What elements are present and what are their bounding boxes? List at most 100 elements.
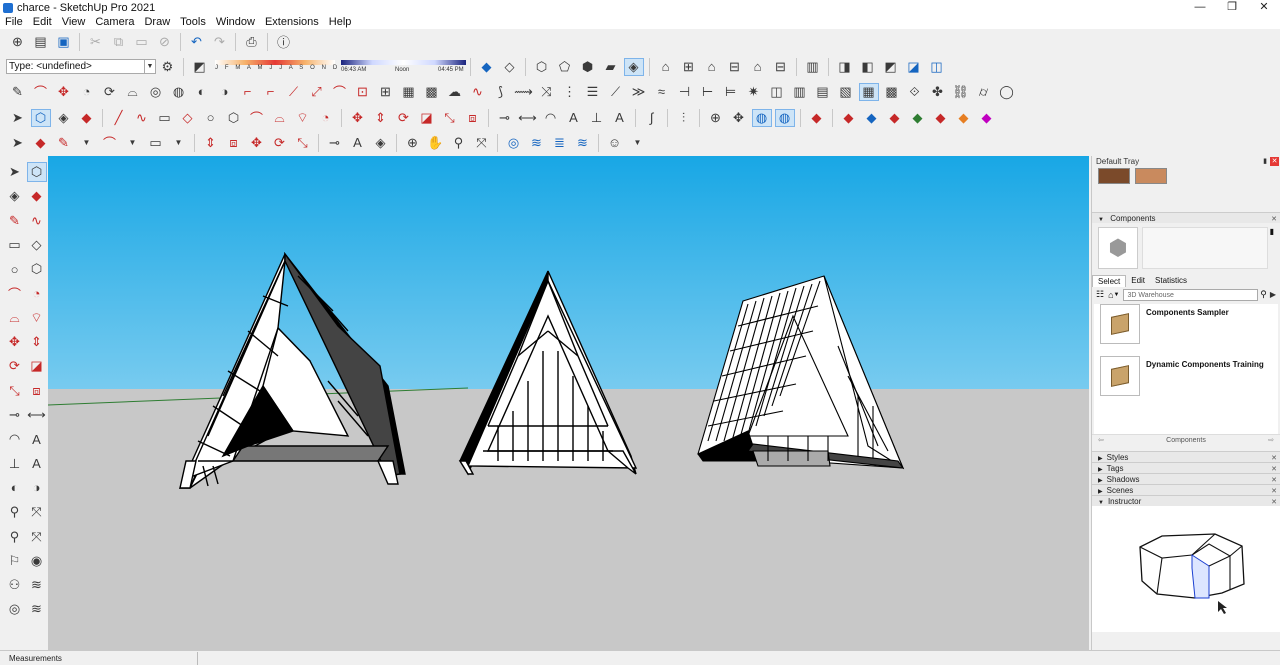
bevel-icon[interactable]: ◑ [215, 83, 235, 101]
rotate-tool-icon[interactable]: ⟳ [394, 109, 414, 127]
undo-icon[interactable]: ↶ [187, 33, 207, 51]
scale-large-icon[interactable]: ⤡ [293, 134, 313, 152]
axes-icon[interactable]: ⊥ [5, 454, 25, 474]
pan-icon[interactable]: ✥ [729, 109, 749, 127]
freehand-icon[interactable]: ∿ [27, 211, 47, 231]
polygon-icon[interactable]: ⬡ [224, 109, 244, 127]
component-icon[interactable]: ⬡ [26, 162, 47, 182]
arc-dropdown-icon[interactable]: ⌒ [100, 134, 120, 152]
cylinder-icon[interactable]: ⌭ [974, 83, 994, 101]
paint-large-icon[interactable]: ◈ [371, 134, 391, 152]
position-camera-icon[interactable]: ⚇ [5, 575, 25, 595]
tape-icon[interactable]: ⊸ [5, 405, 25, 425]
search-input[interactable]: 3D Warehouse [1123, 288, 1259, 301]
section-icon[interactable]: ◎ [5, 599, 25, 619]
close-button[interactable]: ✕ [1248, 0, 1280, 15]
rotate-icon[interactable]: ⟳ [100, 83, 120, 101]
menu-camera[interactable]: Camera [90, 15, 139, 29]
instructor-panel-header[interactable]: ▼ Instructor ✕ [1092, 495, 1280, 506]
sandbox-1-icon[interactable]: ◎ [504, 134, 524, 152]
pie-tool-icon[interactable]: ◔ [316, 109, 336, 127]
loft-icon[interactable]: ⟆ [491, 83, 511, 101]
shadow-time-slider[interactable]: 06:43 AM Noon 04:45 PM [341, 58, 466, 76]
offset-icon[interactable]: ◎ [146, 83, 166, 101]
select-tool-icon[interactable]: ➤ [8, 134, 28, 152]
solid-split-icon[interactable]: ◆ [931, 109, 951, 127]
offset-tool-icon[interactable]: ⧈ [463, 109, 483, 127]
front-view-icon[interactable]: ⌂ [702, 58, 722, 76]
orbit-icon[interactable]: ◐ [5, 478, 25, 498]
shaded-icon[interactable]: ⬢ [578, 58, 598, 76]
panel-close-icon[interactable]: ✕ [1271, 214, 1277, 225]
zoom-large-icon[interactable]: ⚲ [449, 134, 469, 152]
shell-icon[interactable]: ◐ [192, 83, 212, 101]
zoom-icon[interactable]: ◍ [751, 108, 772, 127]
new-file-icon[interactable]: ⊕ [8, 33, 28, 51]
modeling-viewport[interactable] [48, 156, 1089, 650]
component-icon[interactable]: ⬡ [30, 108, 51, 127]
sandbox-drape-icon[interactable]: ≋ [27, 599, 47, 619]
walk-icon[interactable]: ⚐ [5, 551, 25, 571]
chevron-down-icon[interactable]: ▼ [169, 134, 189, 152]
flow-icon[interactable]: ≫ [629, 83, 649, 101]
move-icon[interactable]: ✥ [54, 83, 74, 101]
text-icon[interactable]: A [27, 429, 47, 449]
search-icon[interactable]: ⚲ [1260, 289, 1267, 300]
list-item[interactable]: Dynamic Components Training [1100, 356, 1278, 405]
tape-measure-icon[interactable]: ⊸ [495, 109, 515, 127]
menu-view[interactable]: View [57, 15, 91, 29]
zoom-window-icon[interactable]: ◍ [774, 108, 795, 127]
section-plane-icon[interactable]: ▥ [803, 58, 823, 76]
tape-large-icon[interactable]: ⊸ [325, 134, 345, 152]
rotate-large-icon[interactable]: ⟳ [270, 134, 290, 152]
zoom-window-icon[interactable]: ⚲ [5, 527, 25, 547]
3d-text-icon[interactable]: A [610, 109, 630, 127]
list-item[interactable]: Components Sampler [1100, 304, 1278, 353]
left-view-icon[interactable]: ⊟ [771, 58, 791, 76]
link-icon[interactable]: ⛓ [951, 83, 971, 101]
shaded-textures-icon[interactable]: ▰ [601, 58, 621, 76]
chevron-down-icon[interactable]: ▼ [1114, 292, 1120, 298]
model-info-icon[interactable]: ⓘ [274, 33, 294, 51]
text-large-icon[interactable]: A [348, 134, 368, 152]
view-options-icon[interactable]: ☷ [1096, 289, 1104, 300]
tray-close-icon[interactable]: ✕ [1270, 157, 1279, 166]
twist-icon[interactable]: ⤨ [537, 83, 557, 101]
pie-icon[interactable]: ◔ [27, 284, 47, 304]
previous-icon[interactable]: ⤧ [27, 527, 47, 547]
followme-icon[interactable]: ◪ [27, 356, 47, 376]
menu-tools[interactable]: Tools [175, 15, 211, 29]
polygon-icon[interactable]: ⬡ [27, 259, 47, 279]
round-icon[interactable]: ◯ [997, 83, 1017, 101]
dimension-icon[interactable]: ⟷ [518, 109, 538, 127]
tray-scrollbar[interactable] [1272, 460, 1280, 650]
line-icon[interactable]: ✎ [5, 211, 25, 231]
array-icon[interactable]: ⋮ [560, 83, 580, 101]
eraser-icon[interactable]: ◆ [77, 109, 97, 127]
solid-tools-1-icon[interactable]: ◆ [954, 109, 974, 127]
solid-subtract-icon[interactable]: ◆ [885, 109, 905, 127]
forward-arrow-icon[interactable]: ⇨ [1268, 435, 1274, 446]
move-tool-icon[interactable]: ✥ [348, 109, 368, 127]
material-swatch[interactable] [1098, 168, 1130, 184]
details-icon[interactable]: ▮ [1270, 227, 1274, 269]
menu-file[interactable]: File [0, 15, 28, 29]
shadow-month-slider[interactable]: J F M A M J J A S O N D [215, 58, 337, 76]
2point-arc-icon[interactable]: ⌓ [270, 109, 290, 127]
3d-text-icon[interactable]: A [27, 454, 47, 474]
rot-rect-icon[interactable]: ◇ [27, 235, 47, 255]
select-group-icon[interactable]: ▦ [858, 82, 879, 101]
tab-edit[interactable]: Edit [1126, 275, 1150, 287]
type-selector[interactable]: Type: <undefined> ▼ [6, 59, 156, 74]
forward-arrow-icon[interactable]: ▶ [1270, 290, 1276, 299]
zoom-extents-icon[interactable]: ⤧ [472, 134, 492, 152]
style-2-icon[interactable]: ◧ [858, 58, 878, 76]
split-icon[interactable]: ⊣ [675, 83, 695, 101]
hatch-icon[interactable]: ▧ [836, 83, 856, 101]
styles-panel-header[interactable]: ▶ Styles ✕ [1092, 451, 1280, 462]
extrude-icon[interactable]: ⟋ [284, 83, 304, 101]
sandbox-3-icon[interactable]: ≣ [550, 134, 570, 152]
style-3-icon[interactable]: ◩ [881, 58, 901, 76]
shapes-dropdown-icon[interactable]: ▭ [146, 134, 166, 152]
curve-icon[interactable]: ⌒ [330, 83, 350, 101]
